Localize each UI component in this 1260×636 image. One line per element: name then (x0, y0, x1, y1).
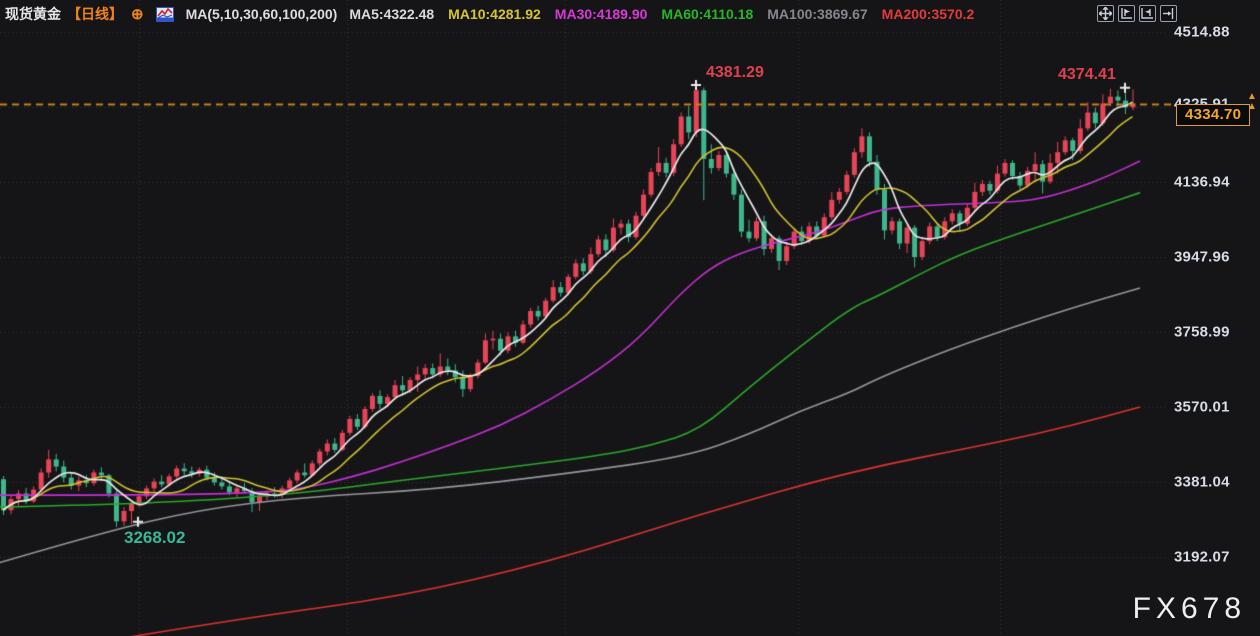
price-tick-label: 3570.01 (1174, 399, 1230, 416)
price-tick-label: 3192.07 (1174, 549, 1230, 566)
price-tick-label: 4514.88 (1174, 23, 1230, 40)
scroll-to-latest-arrow-icon[interactable]: ▲▲ (1247, 92, 1257, 112)
scroll-right-edge-icon[interactable] (1160, 5, 1177, 22)
price-tick-label: 4136.94 (1174, 173, 1230, 190)
mini-chart-icon[interactable] (156, 7, 174, 22)
chart-toolbar (1097, 5, 1177, 22)
price-tick-label: 3758.99 (1174, 324, 1230, 341)
chart-header: 现货黄金 【日线】 ⊕ MA(5,10,30,60,100,200) MA5:4… (5, 4, 974, 24)
price-annotation: 4374.41 (1058, 66, 1116, 84)
ma-value-chip: MA5:4322.48 (349, 6, 434, 22)
symbol-label: 现货黄金 (5, 4, 61, 24)
ma-value-chip: MA30:4189.90 (555, 6, 648, 22)
price-tick-label: 3381.04 (1174, 474, 1230, 491)
price-annotation: 4381.29 (706, 64, 764, 82)
pan-crosshair-icon[interactable] (1097, 5, 1114, 22)
ma-value-chip: MA60:4110.18 (661, 6, 753, 22)
scale-right-flag-icon[interactable] (1139, 5, 1156, 22)
circle-plus-icon[interactable]: ⊕ (131, 7, 144, 22)
ma-value-chip: MA10:4281.92 (448, 6, 541, 22)
chart-window: 现货黄金 【日线】 ⊕ MA(5,10,30,60,100,200) MA5:4… (0, 0, 1260, 636)
ma-settings-label[interactable]: MA(5,10,30,60,100,200) (186, 6, 338, 22)
watermark-label: FX678 (1133, 592, 1246, 626)
price-tick-label: 3947.96 (1174, 249, 1230, 266)
scale-left-flag-icon[interactable] (1118, 5, 1135, 22)
ma-value-chip: MA100:3869.67 (767, 6, 867, 22)
price-annotation: 3268.02 (124, 528, 185, 548)
candlestick-chart-canvas[interactable] (0, 0, 1260, 636)
last-price-badge: 4334.70 (1176, 104, 1250, 126)
ma-value-chip: MA200:3570.2 (882, 6, 975, 22)
timeframe-label[interactable]: 【日线】 (67, 4, 123, 24)
ma-values: MA5:4322.48 MA10:4281.92 MA30:4189.90 MA60:… (349, 6, 974, 22)
